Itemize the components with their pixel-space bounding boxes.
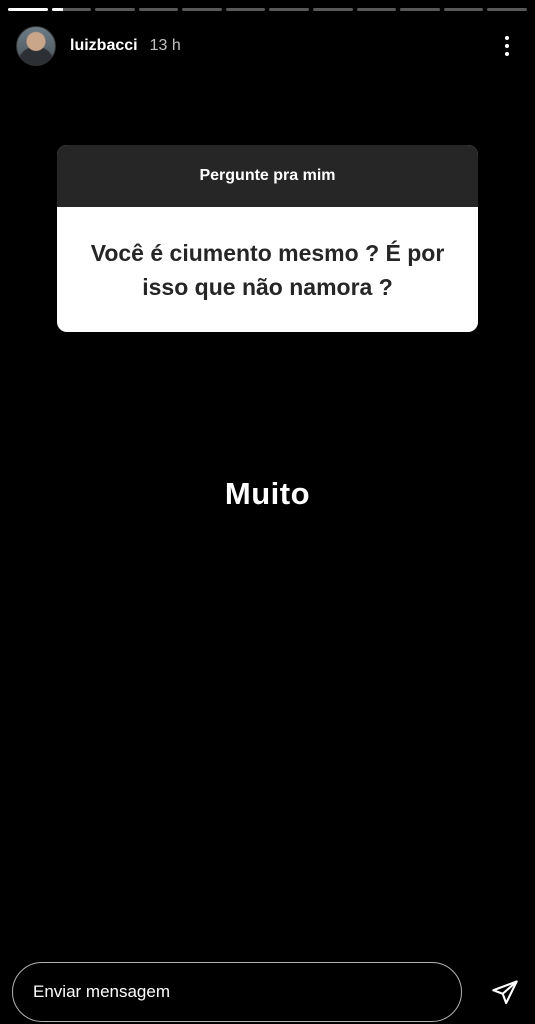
progress-segment [487,8,527,11]
question-sticker[interactable]: Pergunte pra mim Você é ciumento mesmo ?… [57,145,478,332]
progress-segment [95,8,135,11]
story-progress-bar [8,8,527,11]
post-time: 13 h [149,37,181,54]
username[interactable]: luizbacci [70,37,138,55]
progress-segment [356,8,397,11]
progress-segment [313,8,353,11]
progress-segment [51,8,92,11]
progress-segment [269,8,310,11]
send-icon[interactable] [487,974,523,1010]
answer-text: Muito [224,476,311,511]
progress-segment [400,8,440,11]
story-footer [12,962,523,1022]
progress-segment [8,8,48,11]
progress-segment [138,8,179,11]
progress-segment [443,8,484,11]
more-vertical-icon[interactable] [495,31,519,61]
question-sticker-title: Pergunte pra mim [57,145,478,207]
story-header: luizbacci 13 h [16,24,519,68]
message-input[interactable] [12,962,462,1022]
story-view: luizbacci 13 h Pergunte pra mim Você é c… [0,0,535,1024]
progress-segment [225,8,266,11]
progress-segment [182,8,222,11]
question-text: Você é ciumento mesmo ? É por isso que n… [90,239,445,300]
avatar[interactable] [16,26,56,66]
